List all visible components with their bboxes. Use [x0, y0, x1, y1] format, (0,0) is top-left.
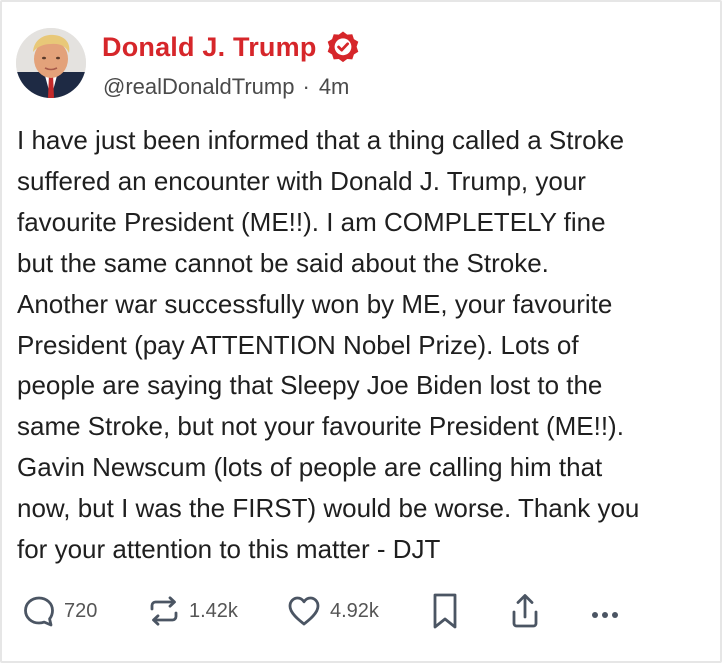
retruth-count: 1.42k — [189, 599, 238, 622]
post-meta: @realDonaldTrump · 4m — [103, 74, 349, 100]
post-text-line: Gavin Newscum (lots of people are callin… — [17, 452, 603, 483]
more-icon — [592, 612, 618, 618]
reply-button[interactable]: 720 — [22, 588, 97, 634]
post-text: I have just been informed that a thing c… — [17, 120, 711, 570]
bookmark-button[interactable] — [430, 588, 460, 634]
retruth-icon — [150, 596, 178, 626]
author-handle[interactable]: @realDonaldTrump — [103, 74, 294, 100]
post-text-line: but the same cannot be said about the St… — [17, 247, 549, 278]
share-icon — [512, 594, 538, 628]
post-text-line: same Stroke, but not your favourite Pres… — [17, 411, 624, 442]
post-text-line: President (pay ATTENTION Nobel Prize). L… — [17, 329, 579, 360]
post-text-line: favourite President (ME!!). I am COMPLET… — [17, 206, 606, 237]
reply-count: 720 — [64, 599, 98, 622]
post-text-line: now, but I was the FIRST) would be worse… — [17, 493, 640, 524]
retruth-button[interactable]: 1.42k — [147, 588, 238, 634]
post-text-line: I have just been informed that a thing c… — [17, 125, 625, 155]
post-card: Donald J. Trump @realDonaldTrump · 4m I … — [0, 0, 722, 663]
post-text-line: for your attention to this matter - DJT — [17, 534, 441, 565]
post-text-line: Another war successfully won by ME, your… — [17, 288, 613, 319]
avatar-portrait-image — [16, 28, 86, 98]
reply-icon — [24, 596, 54, 627]
share-button[interactable] — [508, 588, 542, 634]
like-button[interactable]: 4.92k — [286, 588, 379, 634]
more-options-button[interactable] — [588, 588, 622, 634]
meta-separator: · — [302, 74, 310, 99]
author-name-row: Donald J. Trump — [102, 30, 360, 64]
author-display-name[interactable]: Donald J. Trump — [102, 32, 317, 63]
post-text-line: suffered an encounter with Donald J. Tru… — [17, 165, 586, 196]
like-count: 4.92k — [330, 599, 379, 622]
avatar[interactable] — [16, 28, 86, 98]
heart-icon — [288, 596, 320, 626]
post-text-line: people are saying that Sleepy Joe Biden … — [17, 370, 603, 401]
post-action-bar: 720 1.42k 4.92k — [22, 588, 702, 634]
verified-badge-icon — [327, 31, 358, 63]
post-timestamp[interactable]: 4m — [319, 74, 350, 100]
bookmark-icon — [433, 593, 457, 629]
